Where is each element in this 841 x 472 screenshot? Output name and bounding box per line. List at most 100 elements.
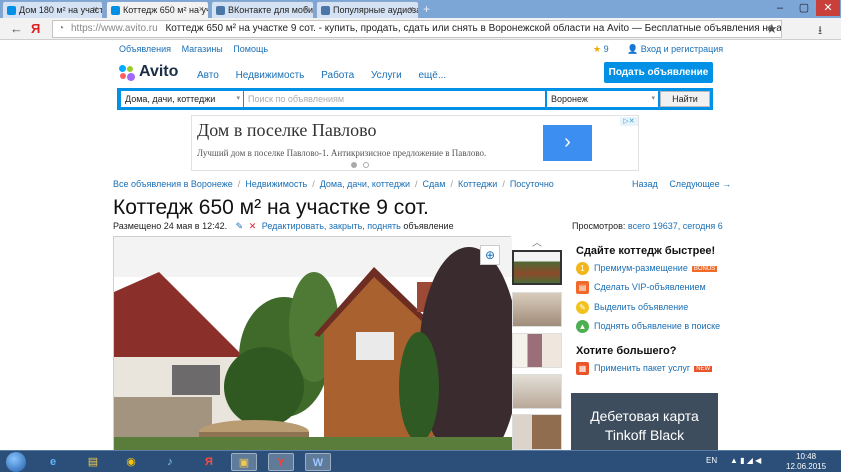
ad-banner[interactable]: Дом в поселке Павлово Лучший дом в посел…: [191, 115, 639, 171]
pager-dot[interactable]: [363, 162, 369, 168]
edit-icon[interactable]: ✎: [236, 221, 244, 231]
browser-tab-active[interactable]: Коттедж 650 м² на участ ×: [106, 1, 209, 18]
new-tab-icon[interactable]: +: [423, 2, 430, 16]
yandex-browser-icon[interactable]: Y: [268, 453, 294, 471]
avito-logo[interactable]: Avito: [119, 63, 191, 83]
search-input[interactable]: Поиск по объявлениям: [244, 91, 545, 107]
lift-link[interactable]: ▲ Поднять объявление в поиске: [576, 320, 720, 334]
address-bar[interactable]: ◔ https://www.avito.ru Коттедж 650 м² на…: [52, 20, 782, 38]
url-host: https://www.avito.ru: [71, 23, 158, 34]
tinkoff-banner[interactable]: Дебетовая карта Tinkoff Black: [571, 393, 718, 450]
delete-icon[interactable]: ✕: [249, 221, 257, 231]
photo-thumbnail[interactable]: [512, 333, 562, 368]
keyboard-language[interactable]: EN: [706, 456, 717, 465]
adchoices-icon[interactable]: ▷✕: [620, 117, 638, 126]
browser-tab[interactable]: Дом 180 м² на участк ×: [2, 1, 103, 18]
photo-thumbnail[interactable]: [512, 374, 562, 409]
vk-favicon-icon: [321, 6, 330, 15]
back-link[interactable]: Назад: [632, 179, 658, 189]
yandex-icon[interactable]: Я: [196, 453, 222, 471]
posted-date: Размещено 24 мая в 12:42.: [113, 221, 228, 231]
avito-top-links: Объявления Магазины Помощь: [119, 44, 276, 54]
sell-faster-heading: Сдайте коттедж быстрее!: [576, 245, 716, 257]
download-icon[interactable]: ⭳: [818, 21, 822, 42]
link-ads[interactable]: Объявления: [119, 44, 171, 54]
internet-explorer-icon[interactable]: e: [40, 453, 66, 471]
search-button[interactable]: Найти: [660, 91, 710, 107]
nav-auto[interactable]: Авто: [197, 70, 219, 81]
folder-icon[interactable]: ▣: [231, 453, 257, 471]
nav-realty[interactable]: Недвижимость: [236, 70, 305, 81]
premium-placement-link[interactable]: 1 Премиум-размещение BONUS: [576, 262, 718, 276]
breadcrumb-item[interactable]: Посуточно: [510, 179, 554, 189]
start-button[interactable]: [6, 452, 26, 472]
ad-title[interactable]: Дом в поселке Павлово: [197, 120, 376, 141]
avito-logo-icon: [119, 65, 135, 81]
banner-line-2: Tinkoff Black: [604, 427, 685, 443]
breadcrumb-item[interactable]: Сдам: [423, 179, 446, 189]
thumbs-up-chevron-icon[interactable]: ︿: [532, 234, 542, 249]
tab-title: Дом 180 м² на участк: [19, 5, 103, 15]
vip-link[interactable]: ▤ Сделать VIP-объявлением: [576, 281, 706, 295]
breadcrumb-item[interactable]: Дома, дачи, коттеджи: [320, 179, 410, 189]
browser-tab[interactable]: Популярные аудиоза ×: [316, 1, 419, 18]
highlight-label: Выделить объявление: [594, 301, 689, 312]
nav-more[interactable]: ещё...: [419, 70, 447, 81]
views-value[interactable]: всего 19637, сегодня 6: [628, 221, 723, 231]
link-help[interactable]: Помощь: [233, 44, 268, 54]
ad-arrow-button[interactable]: ›: [543, 125, 592, 161]
zoom-icon[interactable]: ⊕: [480, 245, 500, 265]
photo-thumbnail[interactable]: [512, 292, 562, 327]
views-counter: Просмотров: всего 19637, сегодня 6: [572, 221, 723, 231]
package-label: Применить пакет услуг: [594, 362, 691, 373]
breadcrumb-item[interactable]: Недвижимость: [245, 179, 307, 189]
nav-jobs[interactable]: Работа: [321, 70, 354, 81]
close-tab-icon[interactable]: ×: [93, 4, 98, 14]
bookmark-star-icon[interactable]: ★: [766, 21, 778, 37]
browser-tab[interactable]: ВКонтакте для мобил ×: [211, 1, 314, 18]
main-photo[interactable]: [113, 236, 519, 467]
house-photo: [114, 237, 519, 467]
breadcrumb-item[interactable]: Коттеджи: [458, 179, 497, 189]
avito-favicon-icon: [111, 6, 120, 15]
favorites-count: 9: [603, 44, 609, 54]
nav-services[interactable]: Услуги: [371, 70, 402, 81]
chevron-down-icon: ▾: [236, 95, 240, 102]
banner-line-1: Дебетовая карта: [590, 408, 699, 424]
main-nav: Авто Недвижимость Работа Услуги ещё...: [197, 70, 460, 81]
next-link[interactable]: Следующее →: [669, 179, 731, 189]
photo-thumbnail[interactable]: [512, 414, 562, 450]
media-player-icon[interactable]: ♪: [157, 453, 183, 471]
close-tab-icon[interactable]: ×: [199, 4, 204, 14]
minimize-icon[interactable]: –: [768, 0, 792, 16]
maximize-icon[interactable]: ▢: [792, 0, 816, 16]
want-more-heading: Хотите большего?: [576, 345, 677, 357]
vip-icon: ▤: [576, 281, 589, 294]
close-tab-icon[interactable]: ×: [304, 4, 309, 14]
pencil-icon: ✎: [576, 301, 589, 314]
close-window-icon[interactable]: ✕: [816, 0, 840, 16]
breadcrumb-item[interactable]: Все объявления в Воронеже: [113, 179, 233, 189]
system-clock[interactable]: 10:48 12.06.2015: [786, 452, 826, 472]
category-select[interactable]: Дома, дачи, коттеджи ▾: [121, 91, 243, 107]
yandex-icon[interactable]: Я: [31, 21, 40, 36]
word-icon[interactable]: W: [305, 453, 331, 471]
photo-thumbnail[interactable]: [512, 250, 562, 285]
pager-dot[interactable]: [351, 162, 357, 168]
login-link[interactable]: 👤 Вход и регистрация: [627, 44, 723, 55]
submit-ad-button[interactable]: Подать объявление: [604, 62, 713, 83]
login-label: Вход и регистрация: [640, 44, 724, 54]
city-select[interactable]: Воронеж ▾: [547, 91, 658, 107]
link-shops[interactable]: Магазины: [182, 44, 223, 54]
close-tab-icon[interactable]: ×: [409, 4, 414, 14]
chrome-icon[interactable]: ◉: [118, 453, 144, 471]
favorites-link[interactable]: ★ 9: [593, 44, 609, 55]
file-explorer-icon[interactable]: ▤: [80, 453, 106, 471]
edit-actions-link[interactable]: Редактировать, закрыть, поднять: [262, 221, 401, 231]
logo-text: Avito: [139, 63, 179, 80]
new-badge: NEW: [694, 365, 713, 372]
package-link[interactable]: ▦ Применить пакет услуг NEW: [576, 362, 713, 376]
tray-icons[interactable]: ▲ ▮ ◢ ◀: [730, 456, 761, 465]
highlight-link[interactable]: ✎ Выделить объявление: [576, 301, 688, 315]
back-arrow-icon[interactable]: ←: [10, 21, 23, 36]
